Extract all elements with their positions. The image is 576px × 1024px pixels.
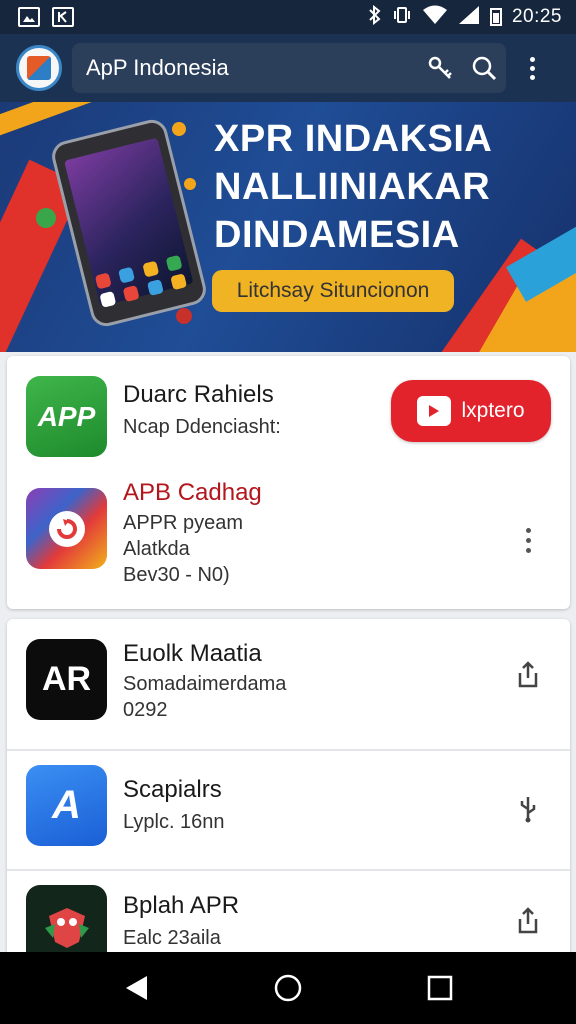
app-icon	[26, 488, 107, 569]
signal-icon	[458, 5, 480, 30]
app-line-3: Bev30 - N0)	[123, 564, 230, 586]
app-line-2: 0292	[123, 699, 168, 721]
app-icon: APP	[26, 376, 107, 457]
banner-headline-3: DINDAMESIA	[214, 214, 460, 256]
bluetooth-icon	[368, 4, 382, 30]
search-bar[interactable]: ApP Indonesia	[72, 43, 506, 93]
recents-icon[interactable]	[410, 958, 470, 1018]
key-icon[interactable]	[418, 46, 462, 90]
promo-banner[interactable]: XPR INDAKSIA NALLIINIAKAR DINDAMESIA Lit…	[0, 102, 576, 352]
app-icon: AR	[26, 639, 107, 720]
app-line-1: Lyplc. 16nn	[123, 811, 225, 833]
clock: 20:25	[511, 6, 562, 27]
app-icon	[26, 885, 107, 959]
list-item[interactable]: AR Euolk Maatia Somadaimerdama 0292	[7, 619, 570, 749]
app-logo[interactable]	[16, 45, 62, 91]
banner-cta-pill[interactable]: Litchsay Situncionon	[212, 270, 454, 312]
featured-card: APP Duarc Rahiels Ncap Ddenciasht: lxpte…	[7, 356, 570, 609]
battery-icon	[489, 8, 502, 26]
app-line-2: Alatkda	[123, 538, 190, 560]
install-button[interactable]: lxptero	[391, 380, 551, 442]
list-item[interactable]: APP Duarc Rahiels Ncap Ddenciasht: lxpte…	[7, 356, 570, 472]
list-item[interactable]: A Scapialrs Lyplc. 16nn	[7, 749, 570, 869]
home-icon[interactable]	[258, 958, 318, 1018]
banner-headline-1: XPR INDAKSIA	[214, 118, 493, 160]
banner-headline-2: NALLIINIAKAR	[214, 166, 491, 208]
share-icon[interactable]	[508, 901, 548, 941]
app-subtitle: Ncap Ddenciasht:	[123, 416, 281, 438]
list-item[interactable]: APB Cadhag APPR pyeam Alatkda Bev30 - N0…	[7, 472, 570, 609]
kindle-icon	[52, 7, 74, 27]
list-item[interactable]: Bplah APR Ealc 23aila	[7, 869, 570, 959]
wifi-icon	[422, 5, 448, 30]
app-icon: A	[26, 765, 107, 846]
app-title: ApP Indonesia	[86, 55, 229, 80]
app-name: Duarc Rahiels	[123, 381, 274, 408]
image-icon	[18, 7, 40, 27]
phone-illustration	[48, 116, 210, 330]
vibrate-icon	[392, 5, 412, 30]
app-line-1: Somadaimerdama	[123, 673, 287, 695]
app-name: Scapialrs	[123, 776, 222, 803]
app-name: APB Cadhag	[123, 479, 262, 506]
app-bar: ApP Indonesia	[0, 34, 576, 102]
back-icon[interactable]	[106, 958, 166, 1018]
more-vert-icon[interactable]	[512, 56, 552, 80]
search-icon[interactable]	[462, 46, 506, 90]
app-name: Bplah APR	[123, 892, 240, 919]
app-line-1: Ealc 23aila	[123, 927, 221, 949]
app-line-1: APPR pyeam	[123, 512, 244, 534]
share-icon[interactable]	[508, 655, 548, 695]
play-icon	[417, 396, 452, 426]
app-list-card: AR Euolk Maatia Somadaimerdama 0292 A Sc…	[7, 619, 570, 959]
usb-icon[interactable]	[508, 789, 548, 829]
app-name: Euolk Maatia	[123, 640, 262, 667]
status-bar: 20:25	[0, 0, 576, 34]
more-vert-icon[interactable]	[508, 520, 548, 560]
install-button-label: lxptero	[461, 399, 525, 422]
navigation-bar	[0, 952, 576, 1024]
